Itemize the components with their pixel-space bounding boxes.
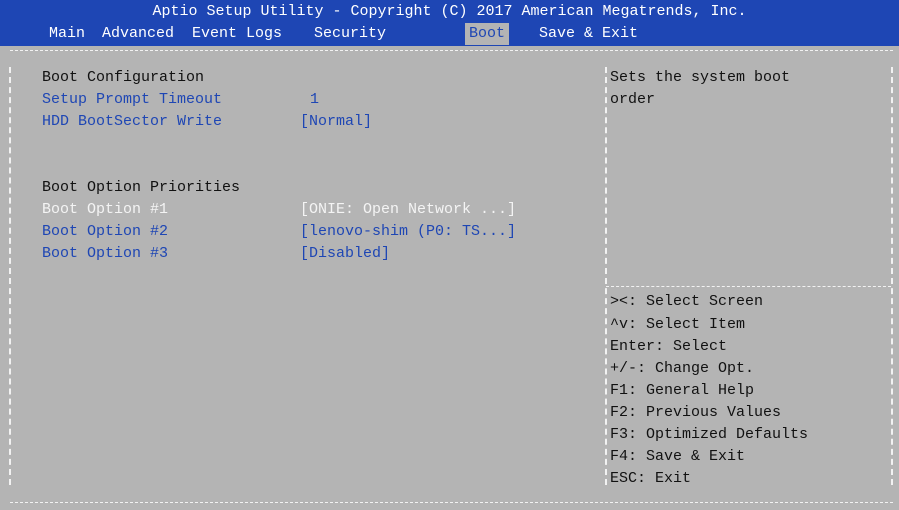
tab-event-logs[interactable]: Event Logs (188, 23, 286, 45)
left-border (9, 67, 11, 485)
help-key-change-opt: +/-: Change Opt. (610, 360, 755, 377)
help-divider (606, 286, 891, 287)
boot-option-3-value[interactable]: [Disabled] (300, 243, 390, 265)
boot-option-2-value[interactable]: [lenovo-shim (P0: TS...] (300, 221, 516, 243)
tab-advanced[interactable]: Advanced (98, 23, 178, 45)
hdd-bootsector-write-value[interactable]: [Normal] (300, 111, 372, 133)
help-key-f3: F3: Optimized Defaults (610, 426, 809, 443)
tab-boot[interactable]: Boot (465, 23, 510, 45)
top-border (10, 50, 893, 51)
help-key-f2: F2: Previous Values (610, 404, 782, 421)
boot-option-1-label[interactable]: Boot Option #1 (42, 199, 168, 221)
help-description-line1: Sets the system boot (610, 69, 791, 86)
section-boot-option-priorities: Boot Option Priorities (42, 179, 241, 196)
help-key-enter: Enter: Select (610, 338, 728, 355)
setup-prompt-timeout-label[interactable]: Setup Prompt Timeout (42, 89, 222, 111)
hdd-bootsector-write-label[interactable]: HDD BootSector Write (42, 111, 222, 133)
help-key-select-screen: ><: Select Screen (610, 293, 764, 310)
right-border (891, 67, 893, 485)
main-frame: Boot Configuration Setup Prompt Timeout … (9, 47, 899, 505)
help-key-f1: F1: General Help (610, 382, 755, 399)
title-bar: Aptio Setup Utility - Copyright (C) 2017… (0, 0, 899, 46)
boot-option-1-value[interactable]: [ONIE: Open Network ...] (300, 199, 516, 221)
help-description-line2: order (610, 91, 656, 108)
divider-vertical (605, 67, 607, 485)
help-key-esc: ESC: Exit (610, 470, 692, 487)
tab-save-exit[interactable]: Save & Exit (535, 23, 642, 45)
bottom-border (10, 502, 893, 503)
help-key-select-item: ^v: Select Item (610, 316, 746, 333)
setup-prompt-timeout-value[interactable]: 1 (310, 89, 319, 111)
tab-security[interactable]: Security (310, 23, 390, 45)
boot-option-3-label[interactable]: Boot Option #3 (42, 243, 168, 265)
app-title: Aptio Setup Utility - Copyright (C) 2017… (152, 3, 747, 20)
boot-option-2-label[interactable]: Boot Option #2 (42, 221, 168, 243)
section-boot-configuration: Boot Configuration (42, 69, 205, 86)
help-key-f4: F4: Save & Exit (610, 448, 746, 465)
tab-main[interactable]: Main (45, 23, 89, 45)
